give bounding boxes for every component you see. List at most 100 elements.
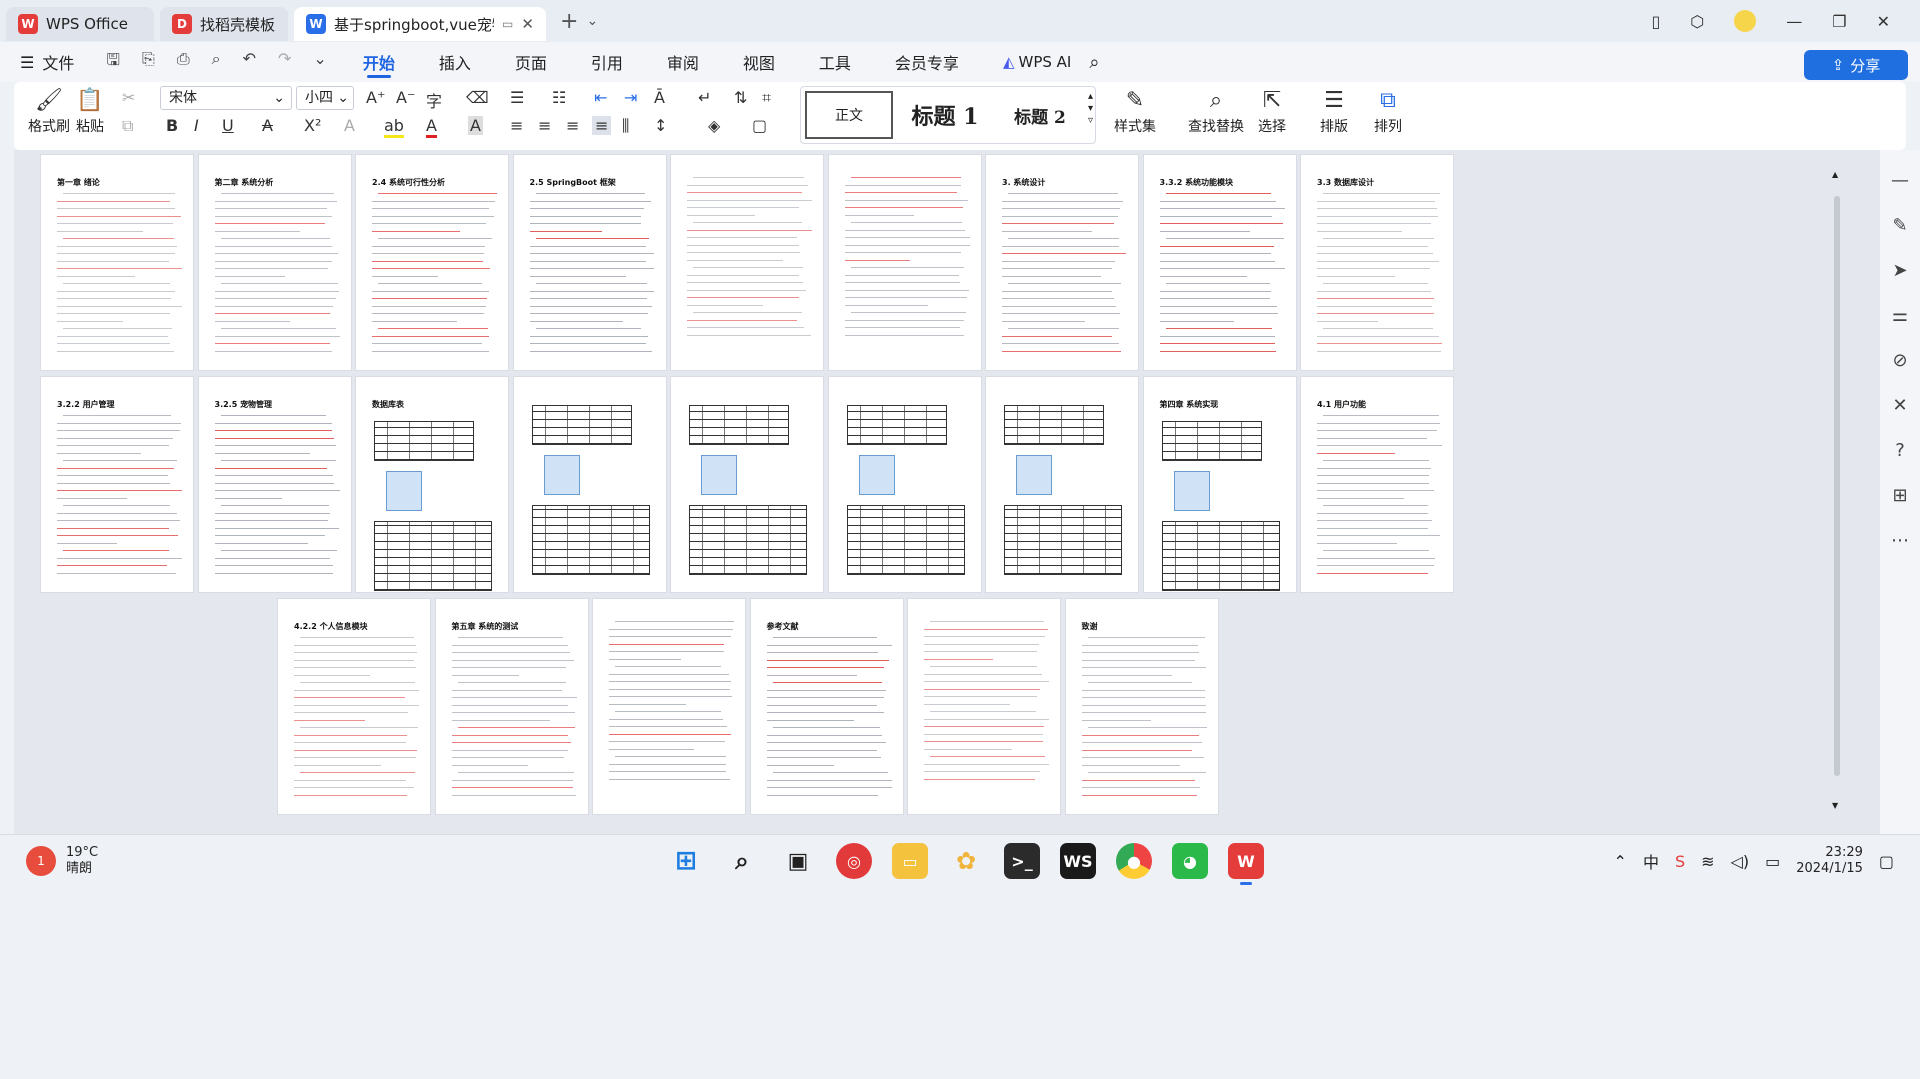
arrange-button[interactable]: ⧉ 排列	[1374, 86, 1402, 136]
page-thumbnail[interactable]: 2.4 系统可行性分析	[355, 154, 509, 371]
new-tab-icon[interactable]: +	[560, 9, 578, 34]
share-button[interactable]: ⇪ 分享	[1804, 50, 1908, 80]
style-heading-1[interactable]: 标题 1	[897, 91, 993, 139]
print-preview-icon[interactable]: ⌕	[212, 49, 221, 76]
font-name-select[interactable]: 宋体 ⌄	[160, 86, 292, 110]
text-effect-icon[interactable]: A	[344, 116, 355, 135]
char-shading-icon[interactable]: A	[468, 116, 483, 135]
page-thumbnail[interactable]: 3.2.5 宠物管理	[197, 376, 352, 593]
align-left-icon[interactable]: ≡	[510, 116, 523, 135]
decrease-indent-icon[interactable]: ⇤	[594, 88, 607, 107]
start-icon[interactable]: ⊞	[668, 843, 704, 879]
tab-wps-office[interactable]: W WPS Office	[6, 7, 154, 41]
underline-icon[interactable]: U	[222, 116, 234, 135]
sort-icon[interactable]: ⇅	[734, 88, 747, 107]
clear-format-icon[interactable]: ⌫	[466, 88, 489, 107]
link-icon[interactable]: ⊘	[1892, 350, 1907, 371]
page-thumbnail[interactable]	[985, 376, 1139, 593]
menu-insert[interactable]: 插入	[439, 42, 471, 82]
find-replace-button[interactable]: ⌕ 查找替换	[1188, 86, 1244, 136]
distribute-icon[interactable]: ⫼	[622, 116, 629, 136]
search-icon[interactable]: ⌕	[1089, 52, 1099, 73]
italic-icon[interactable]: I	[194, 116, 199, 135]
file-explorer-icon[interactable]: ▭	[892, 843, 928, 879]
border-icon[interactable]: ▢	[752, 116, 767, 135]
page-thumbnail[interactable]	[827, 376, 982, 593]
tab-monitor-icon[interactable]: ▭	[502, 17, 513, 31]
font-color-icon[interactable]: A	[426, 116, 437, 138]
ime-icon[interactable]: 中	[1643, 849, 1659, 873]
page-thumbnail[interactable]: 第四章 系统实现	[1142, 376, 1297, 593]
bullet-list-icon[interactable]: ☰	[510, 88, 524, 107]
highlight-icon[interactable]: ab	[384, 116, 404, 138]
task-view-icon[interactable]: ▣	[780, 843, 816, 879]
copy-icon[interactable]: ⧉	[122, 116, 133, 136]
puzzle-icon[interactable]: ⊞	[1892, 485, 1907, 506]
shading-icon[interactable]: ◈	[708, 116, 720, 135]
restore-icon[interactable]: ❐	[1832, 12, 1846, 31]
format-painter-button[interactable]: 🖌 格式刷	[28, 86, 70, 136]
page-thumbnail[interactable]: 4.2.2 个人信息模块	[277, 598, 431, 815]
phonetic-icon[interactable]: 字	[426, 88, 442, 112]
search-icon[interactable]: ⌕	[724, 843, 760, 879]
page-thumbnail[interactable]: 3. 系统设计	[985, 154, 1139, 371]
clock[interactable]: 23:29 2024/1/15	[1796, 845, 1863, 877]
page-thumbnail[interactable]: 3.3 数据库设计	[1300, 154, 1454, 371]
sliders-icon[interactable]: ⚌	[1892, 305, 1908, 326]
numbered-list-icon[interactable]: ☷	[552, 88, 566, 107]
bold-icon[interactable]: B	[166, 116, 178, 135]
show-marks-icon[interactable]: ⌗	[762, 88, 771, 108]
strikethrough-icon[interactable]: A	[262, 116, 273, 135]
battery-icon[interactable]: ▭	[1765, 852, 1780, 871]
menu-view[interactable]: 视图	[743, 42, 775, 82]
chevron-up-icon[interactable]: ⌃	[1614, 852, 1627, 871]
menu-home[interactable]: 开始	[363, 42, 395, 82]
gallery-scroll-icon[interactable]: ▴ ▾ ▿	[1088, 91, 1093, 127]
menu-tools[interactable]: 工具	[819, 42, 851, 82]
hamburger-icon[interactable]: ☰	[20, 53, 34, 72]
menu-references[interactable]: 引用	[591, 42, 623, 82]
tab-document[interactable]: W 基于springboot,vue宠物领养 ▭ ✕	[294, 7, 546, 41]
terminal-icon[interactable]: >_	[1004, 843, 1040, 879]
vertical-scrollbar[interactable]: ▲ ▼	[1832, 170, 1842, 810]
scroll-up-icon[interactable]: ▲	[1832, 170, 1838, 179]
collapse-icon[interactable]: —	[1891, 170, 1909, 191]
chevron-down-icon[interactable]: ⌄	[586, 13, 598, 29]
paste-button[interactable]: 📋 粘贴	[76, 86, 104, 136]
notification-icon[interactable]: ▢	[1879, 852, 1894, 871]
select-button[interactable]: ⇱ 选择	[1258, 86, 1286, 136]
style-set-button[interactable]: ✎ 样式集	[1114, 86, 1156, 136]
menu-member[interactable]: 会员专享	[895, 42, 959, 82]
superscript-icon[interactable]: X²	[304, 116, 321, 135]
page-thumbnail[interactable]: 参考文献	[749, 598, 904, 815]
yuque-icon[interactable]: ✿	[948, 843, 984, 879]
menu-review[interactable]: 审阅	[667, 42, 699, 82]
layout-button[interactable]: ☰ 排版	[1320, 86, 1348, 136]
wechat-icon[interactable]: ◕	[1172, 843, 1208, 879]
cut-icon[interactable]: ✂	[122, 88, 135, 107]
page-thumbnail[interactable]: 致谢	[1064, 598, 1219, 815]
cube-icon[interactable]: ⬡	[1690, 12, 1704, 31]
weather-widget[interactable]: 1 19°C 晴朗	[26, 845, 98, 877]
undo-icon[interactable]: ↶	[243, 49, 256, 76]
wps-tray-icon[interactable]: S	[1675, 852, 1685, 871]
style-normal[interactable]: 正文	[805, 91, 893, 139]
page-thumbnail[interactable]	[670, 376, 824, 593]
page-thumbnail[interactable]: 2.5 SpringBoot 框架	[512, 154, 667, 371]
menu-wps-ai[interactable]: ◭ WPS AI	[1003, 42, 1071, 82]
align-right-icon[interactable]: ≡	[566, 116, 579, 135]
netease-music-icon[interactable]: ◎	[836, 843, 872, 879]
wps-taskbar-icon[interactable]: W	[1228, 843, 1264, 885]
pointer-icon[interactable]: ➤	[1892, 260, 1907, 281]
chrome-icon[interactable]: ●	[1116, 843, 1152, 879]
tools-icon[interactable]: ✕	[1892, 395, 1907, 416]
menu-file[interactable]: 文件	[42, 42, 74, 82]
page-thumbnail[interactable]	[907, 598, 1061, 815]
tab-docer-templates[interactable]: D 找稻壳模板	[160, 7, 288, 41]
style-heading-2[interactable]: 标题 2	[997, 91, 1083, 139]
page-thumbnail[interactable]: 第一章 绪论	[40, 154, 194, 371]
print-icon[interactable]: ⎙	[177, 49, 190, 76]
font-size-select[interactable]: 小四 ⌄	[296, 86, 354, 110]
close-window-icon[interactable]: ✕	[1877, 12, 1890, 31]
page-thumbnail[interactable]: 第五章 系统的测试	[434, 598, 589, 815]
